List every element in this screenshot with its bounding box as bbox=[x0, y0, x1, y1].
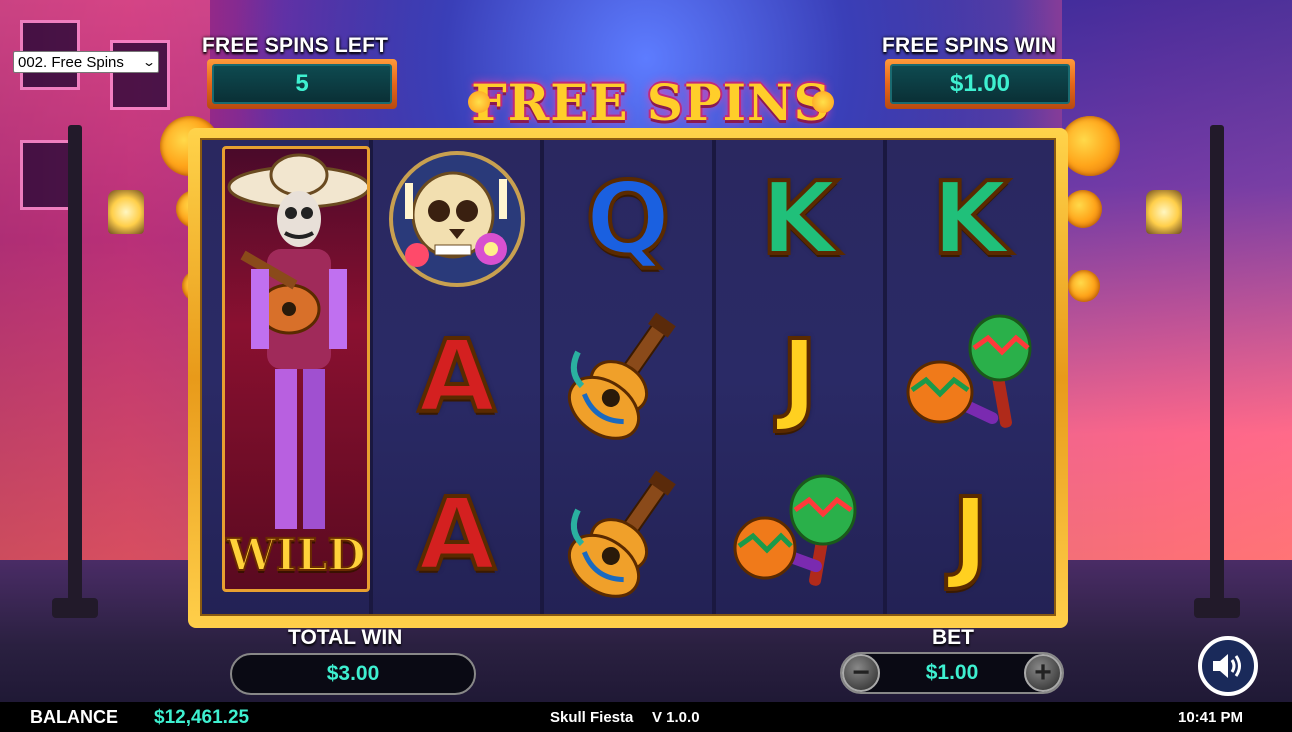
free-spins-title: FREE SPINS bbox=[468, 72, 834, 132]
free-spins-title-text: FREE SPINS bbox=[471, 72, 831, 132]
reel-2: A A bbox=[373, 140, 545, 614]
reel-cell: K bbox=[716, 140, 883, 298]
reel-cell bbox=[887, 298, 1054, 456]
chevron-down-icon: ⌄ bbox=[141, 55, 157, 69]
mode-select-value: 002. Free Spins bbox=[18, 53, 124, 71]
marigold-icon bbox=[468, 91, 490, 113]
mode-select[interactable]: 002. Free Spins ⌄ bbox=[13, 51, 159, 73]
reel-1: WILD bbox=[202, 140, 374, 614]
bet-decrease-button[interactable]: − bbox=[842, 654, 880, 692]
lamp-light bbox=[108, 190, 144, 234]
free-spins-win-value: $1.00 bbox=[890, 64, 1070, 104]
symbol-a: A bbox=[416, 318, 497, 435]
balance-label: BALANCE bbox=[30, 707, 118, 727]
free-spins-left-box: 5 bbox=[207, 59, 397, 109]
symbol-a: A bbox=[416, 476, 497, 593]
wild-label: WILD bbox=[225, 529, 366, 582]
free-spins-win-label: FREE SPINS WIN bbox=[882, 34, 1057, 57]
symbol-q: Q bbox=[583, 160, 672, 277]
game-version: V 1.0.0 bbox=[652, 709, 700, 726]
bet-label: BET bbox=[932, 626, 974, 649]
free-spins-left-label: FREE SPINS LEFT bbox=[202, 34, 389, 57]
game-name: Skull Fiesta bbox=[550, 709, 634, 726]
free-spins-left-value: 5 bbox=[212, 64, 392, 104]
reel-cell: A bbox=[373, 298, 540, 456]
reel-cell bbox=[373, 140, 540, 298]
lamp-post bbox=[1210, 125, 1224, 605]
free-spins-win-box: $1.00 bbox=[885, 59, 1075, 109]
reel-cell: K bbox=[887, 140, 1054, 298]
lamp-base bbox=[1194, 598, 1240, 618]
skull-icon bbox=[388, 151, 525, 287]
marigold-decoration bbox=[1068, 270, 1100, 302]
reel-3: Q bbox=[544, 140, 716, 614]
reel-grid: WILD A A Q K J K J bbox=[200, 138, 1056, 616]
marigold-decoration bbox=[1060, 116, 1120, 176]
reel-cell bbox=[716, 456, 883, 614]
guitar-icon bbox=[567, 470, 676, 598]
lamp-post bbox=[68, 125, 82, 605]
sound-button[interactable] bbox=[1198, 636, 1258, 696]
marigold-icon bbox=[812, 91, 834, 113]
reel-5: K J bbox=[887, 140, 1054, 614]
total-win-value: $3.00 bbox=[230, 653, 476, 695]
reel-cell bbox=[544, 298, 711, 456]
reel-cell: A bbox=[373, 456, 540, 614]
mariachi-icon bbox=[227, 153, 367, 529]
marigold-decoration bbox=[1064, 190, 1102, 228]
reel-cell: Q bbox=[544, 140, 711, 298]
wild-symbol: WILD bbox=[222, 146, 370, 592]
total-win-label: TOTAL WIN bbox=[288, 626, 403, 649]
left-building bbox=[0, 0, 210, 600]
symbol-j: J bbox=[950, 476, 991, 593]
reel-cell bbox=[544, 456, 711, 614]
right-building bbox=[1062, 0, 1292, 620]
clock: 10:41 PM bbox=[1178, 709, 1244, 726]
reel-frame: WILD A A Q K J K J bbox=[188, 128, 1068, 628]
maracas-icon bbox=[733, 474, 857, 586]
bet-value: $1.00 bbox=[925, 661, 979, 684]
reel-4: K J bbox=[716, 140, 887, 614]
speaker-icon bbox=[1213, 654, 1241, 678]
guitar-icon bbox=[567, 312, 676, 440]
symbol-k: K bbox=[930, 160, 1011, 277]
reel-cell: J bbox=[716, 298, 883, 456]
maracas-icon bbox=[906, 314, 1032, 428]
lamp-base bbox=[52, 598, 98, 618]
reel-cell: J bbox=[887, 456, 1054, 614]
lamp-light bbox=[1146, 190, 1182, 234]
symbol-j: J bbox=[779, 318, 820, 435]
symbol-k: K bbox=[758, 160, 839, 277]
status-bar: BALANCE $12,461.25 Skull Fiesta V 1.0.0 … bbox=[0, 702, 1292, 732]
bet-increase-button[interactable]: + bbox=[1024, 654, 1062, 692]
balance-value: $12,461.25 bbox=[154, 707, 250, 728]
